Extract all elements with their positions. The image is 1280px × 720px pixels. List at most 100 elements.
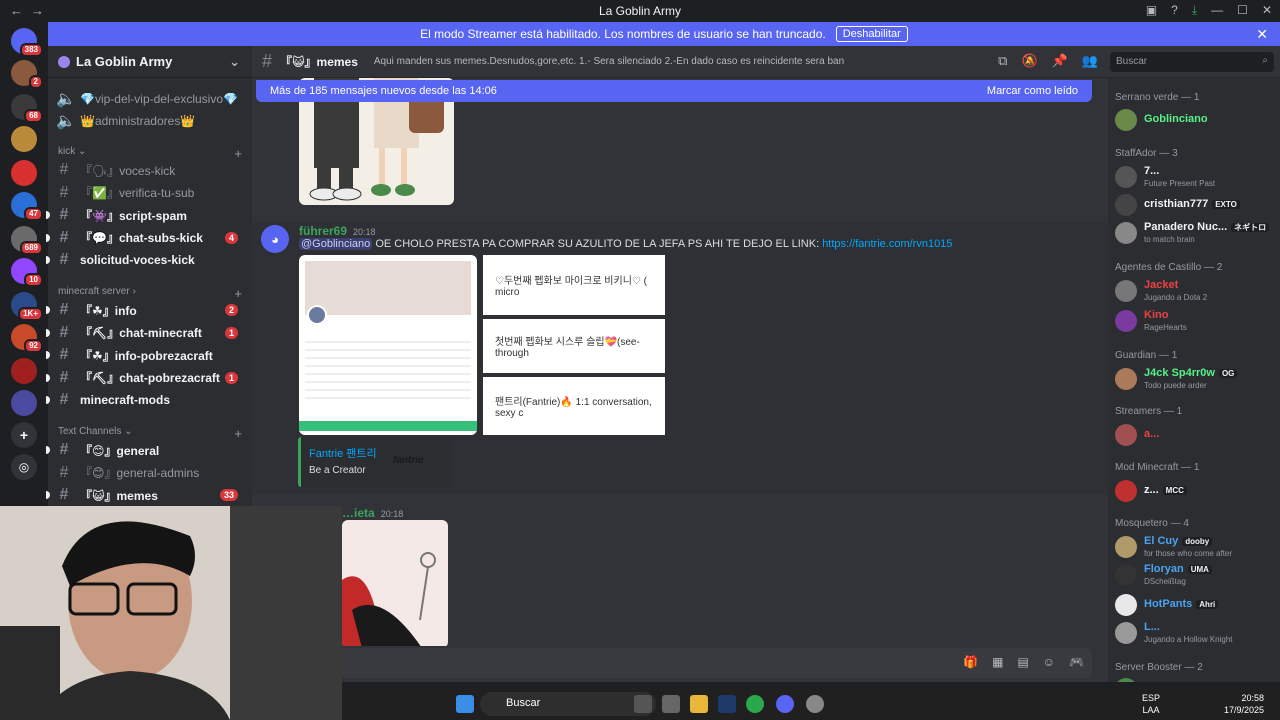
category-minecraft[interactable]: minecraft server › +	[58, 286, 242, 301]
channel-item[interactable]: 🔈 💎vip-del-vip-del-exclusivo💎	[56, 89, 244, 109]
channel-item[interactable]: # 『😊』general	[46, 440, 244, 460]
channel-item[interactable]: # 『⛏』chat-pobrezacraft 1	[46, 368, 244, 388]
avatar	[1115, 280, 1137, 302]
server-icon[interactable]: 92	[11, 324, 43, 353]
discover-icon[interactable]: ◎	[11, 454, 37, 480]
member-item[interactable]: cristhian777 EXTO	[1115, 192, 1275, 218]
member-item[interactable]: L... Jugando a Hollow Knight	[1115, 620, 1275, 646]
maximize-icon[interactable]: ☐	[1237, 3, 1248, 18]
server-icon[interactable]: 68	[11, 94, 43, 123]
meme-image[interactable]	[342, 520, 448, 648]
sticker-icon[interactable]: ▤	[1017, 655, 1028, 669]
member-item[interactable]: 7... Future Present Past	[1115, 164, 1275, 190]
close-icon[interactable]: ✕	[1262, 3, 1272, 18]
server-icon[interactable]	[11, 126, 37, 152]
message-author[interactable]: …ieta 20:18	[342, 506, 403, 520]
embed-image-profile[interactable]	[299, 255, 477, 435]
member-item[interactable]: a...	[1115, 422, 1275, 448]
photoshop-icon[interactable]	[718, 695, 736, 713]
server-icon[interactable]: 47	[11, 192, 43, 221]
channel-topic[interactable]: Aqui manden sus memes.Desnudos,gore,etc.…	[374, 56, 844, 67]
chevron-down-icon[interactable]: ⌄	[229, 54, 240, 70]
add-server-icon[interactable]: +	[11, 422, 37, 448]
channel-item[interactable]: # minecraft-mods	[46, 390, 244, 410]
emoji-icon[interactable]: ☺	[1043, 655, 1055, 669]
server-icon[interactable]: 383	[11, 28, 43, 57]
close-icon[interactable]: ✕	[1256, 26, 1268, 43]
inbox-icon[interactable]: ▣	[1146, 3, 1157, 18]
file-explorer-icon[interactable]	[690, 695, 708, 713]
new-messages-bar[interactable]: Más de 185 mensajes nuevos desde las 14:…	[256, 80, 1092, 102]
threads-icon[interactable]: ⧉	[998, 53, 1007, 69]
hash-icon: #	[59, 323, 69, 341]
gift-icon[interactable]: 🎁	[963, 655, 978, 669]
taskbar-search[interactable]: Buscar	[480, 692, 656, 716]
channel-item[interactable]: # 『🗣』voces-kick	[56, 160, 244, 180]
member-item[interactable]: Goblinciano	[1115, 107, 1275, 133]
search-input[interactable]: Buscar ⌕	[1110, 52, 1274, 72]
windows-start-icon[interactable]	[456, 695, 474, 713]
channel-item[interactable]: # 『😊』general-admins	[56, 463, 244, 483]
member-item[interactable]: HotPants Ahri	[1115, 592, 1275, 618]
channel-item[interactable]: # 『☘』info-pobrezacraft	[46, 345, 244, 365]
avatar	[1115, 594, 1137, 616]
apps-icon[interactable]: 🎮	[1069, 655, 1084, 669]
channel-item[interactable]: # 『✅』verifica-tu-sub	[56, 183, 244, 203]
channel-item[interactable]: # 『☘』info 2	[46, 300, 244, 320]
server-icon[interactable]: 689	[11, 226, 43, 255]
member-item[interactable]: El Cuy dooby for those who come after	[1115, 534, 1275, 560]
member-item[interactable]: z... MCC	[1115, 478, 1275, 504]
gif-icon[interactable]: ▦	[992, 655, 1003, 669]
members-icon[interactable]: 👥	[1082, 53, 1098, 69]
minimize-icon[interactable]: —	[1211, 3, 1223, 18]
embed-card[interactable]: 팬트리(Fantrie)🔥 1:1 conversation, sexy c	[483, 377, 665, 435]
pin-icon[interactable]: 📌	[1052, 53, 1068, 69]
plus-icon[interactable]: +	[234, 286, 242, 301]
message-list[interactable]: ◕ führer69 20:18 @Goblinciano OE CHOLO PR…	[252, 78, 1108, 648]
clock[interactable]: 20:58 17/9/2025	[1224, 692, 1264, 716]
task-view-icon[interactable]	[634, 695, 652, 713]
disable-button[interactable]: Deshabilitar	[835, 26, 908, 42]
server-icon[interactable]	[11, 358, 37, 384]
category-text[interactable]: Text Channels ⌄ +	[58, 426, 242, 441]
mark-as-read-button[interactable]: Marcar como leído	[987, 85, 1078, 97]
member-item[interactable]: J4ck Sp4rr0w OG Todo puede arder	[1115, 366, 1275, 392]
channel-item[interactable]: 🔈 👑administradores👑	[56, 111, 244, 131]
language-indicator[interactable]: ESP LAA	[1142, 692, 1160, 716]
app-icon[interactable]	[806, 695, 824, 713]
server-icon[interactable]	[11, 160, 37, 186]
unread-badge: 92	[24, 339, 43, 353]
plus-icon[interactable]: +	[234, 146, 242, 161]
channel-item[interactable]: # 『⛏』chat-minecraft 1	[46, 323, 244, 343]
download-icon[interactable]: ⤓	[1192, 3, 1197, 18]
channel-item[interactable]: # 『💬』chat-subs-kick 4	[46, 228, 244, 248]
channel-item[interactable]: # solicitud-voces-kick	[46, 250, 244, 270]
member-item[interactable]: Jacket Jugando a Dota 2	[1115, 278, 1275, 304]
server-icon[interactable]	[11, 390, 37, 416]
server-icon[interactable]: 10	[11, 258, 43, 287]
member-item[interactable]: Panadero Nuc... ネギトロ to match brain	[1115, 220, 1275, 246]
member-item[interactable]: Ky7lakani	[1115, 676, 1275, 682]
channel-item[interactable]: # 『👾』script-spam	[46, 205, 244, 225]
discord-icon[interactable]	[776, 695, 794, 713]
server-icon[interactable]: 1K+	[11, 292, 43, 321]
avatar[interactable]: ◕	[261, 225, 289, 253]
plus-icon[interactable]: +	[234, 426, 242, 441]
mute-icon[interactable]: 🔕	[1021, 53, 1037, 69]
message-link[interactable]: https://fantrie.com/rvn1015	[822, 238, 952, 250]
message-author[interactable]: führer69 20:18	[299, 224, 376, 238]
app-icon[interactable]	[662, 695, 680, 713]
member-item[interactable]: Floryan UMA DScheißtag	[1115, 562, 1275, 588]
server-icon[interactable]: 2	[11, 60, 43, 89]
chrome-icon[interactable]	[746, 695, 764, 713]
guild-header[interactable]: La Goblin Army ⌄	[48, 46, 252, 78]
user-mention[interactable]: @Goblinciano	[299, 238, 373, 250]
category-kick[interactable]: kick ⌄ +	[58, 146, 242, 161]
embed-card[interactable]: 첫번째 펩화보 시스루 슬립💝(see-through	[483, 319, 665, 373]
embed-title[interactable]: Fantrie 팬트리	[309, 445, 377, 461]
embed-card[interactable]: ♡두번째 펩화보 마이크로 비키니♡ ( micro	[483, 255, 665, 315]
help-icon[interactable]: ?	[1171, 3, 1178, 18]
member-item[interactable]: Kino RageHearts	[1115, 308, 1275, 334]
channel-item[interactable]: # 『😺』memes 33	[46, 485, 244, 505]
member-name: Goblinciano	[1144, 113, 1208, 125]
